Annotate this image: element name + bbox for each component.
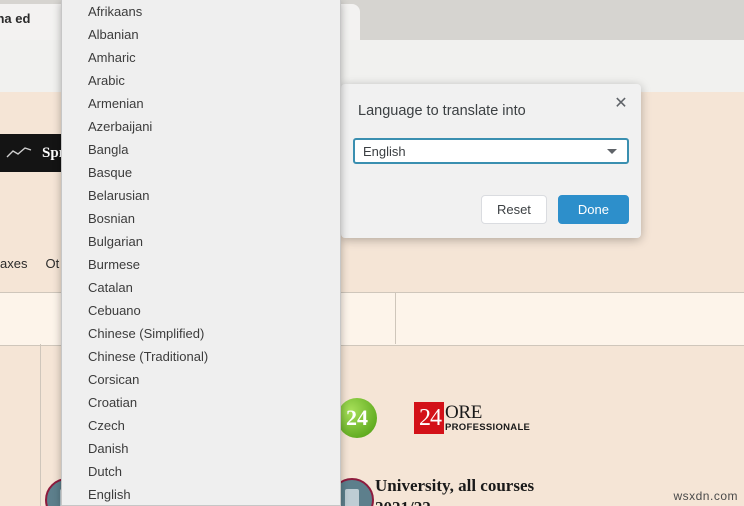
language-select[interactable]: English: [353, 138, 629, 164]
language-option[interactable]: Bulgarian: [62, 230, 340, 253]
language-option[interactable]: Czech: [62, 414, 340, 437]
language-option[interactable]: Burmese: [62, 253, 340, 276]
language-option[interactable]: Danish: [62, 437, 340, 460]
language-option[interactable]: Armenian: [62, 92, 340, 115]
watermark: wsxdn.com: [673, 489, 738, 503]
logo-24ore-text: ORE PROFESSIONALE: [444, 402, 530, 434]
language-option[interactable]: Amharic: [62, 46, 340, 69]
language-dropdown-list[interactable]: Afrikaans Albanian Amharic Arabic Armenian Az…: [61, 0, 341, 506]
article-thumbnail-right-glyph: [345, 489, 359, 506]
reset-button[interactable]: Reset: [480, 195, 547, 224]
language-option[interactable]: Cebuano: [62, 299, 340, 322]
logo-24ore-number: 24: [414, 402, 444, 434]
dialog-title: Language to translate into: [358, 103, 526, 119]
band-divider: [395, 292, 396, 344]
logo-24ore-subtitle: PROFESSIONALE: [445, 421, 531, 433]
language-option[interactable]: Arabic: [62, 69, 340, 92]
language-option[interactable]: Bosnian: [62, 207, 340, 230]
translate-dialog: Language to translate into ✕ English Res…: [341, 84, 641, 238]
logo-green-24[interactable]: 24: [337, 398, 377, 438]
subnav-item-taxes[interactable]: axes: [0, 256, 27, 271]
article-headline[interactable]: University, all courses 2021/22: [375, 475, 575, 506]
content-column-divider: [40, 344, 41, 506]
navbar-chart-icon: [6, 147, 32, 158]
language-option[interactable]: English: [62, 483, 340, 505]
close-icon[interactable]: ✕: [609, 92, 633, 116]
language-option[interactable]: Afrikaans: [62, 0, 340, 23]
done-button[interactable]: Done: [557, 195, 629, 224]
chevron-down-icon: [607, 148, 617, 154]
language-option[interactable]: Dutch: [62, 460, 340, 483]
language-select-value: English: [363, 143, 406, 159]
language-option[interactable]: Chinese (Traditional): [62, 345, 340, 368]
language-option[interactable]: Albanian: [62, 23, 340, 46]
logo-green-number: 24: [346, 405, 368, 430]
dialog-actions: Reset Done: [480, 195, 629, 224]
language-option[interactable]: Chinese (Simplified): [62, 322, 340, 345]
logo-24ore-professionale[interactable]: 24 ORE PROFESSIONALE: [414, 402, 530, 434]
subnav-item-other[interactable]: Ot: [45, 256, 59, 271]
language-option[interactable]: Croatian: [62, 391, 340, 414]
language-option[interactable]: Catalan: [62, 276, 340, 299]
language-option[interactable]: Bangla: [62, 138, 340, 161]
logo-24ore-ore: ORE: [445, 401, 483, 423]
language-option[interactable]: Corsican: [62, 368, 340, 391]
language-option[interactable]: Azerbaijani: [62, 115, 340, 138]
language-option[interactable]: Basque: [62, 161, 340, 184]
language-option[interactable]: Belarusian: [62, 184, 340, 207]
